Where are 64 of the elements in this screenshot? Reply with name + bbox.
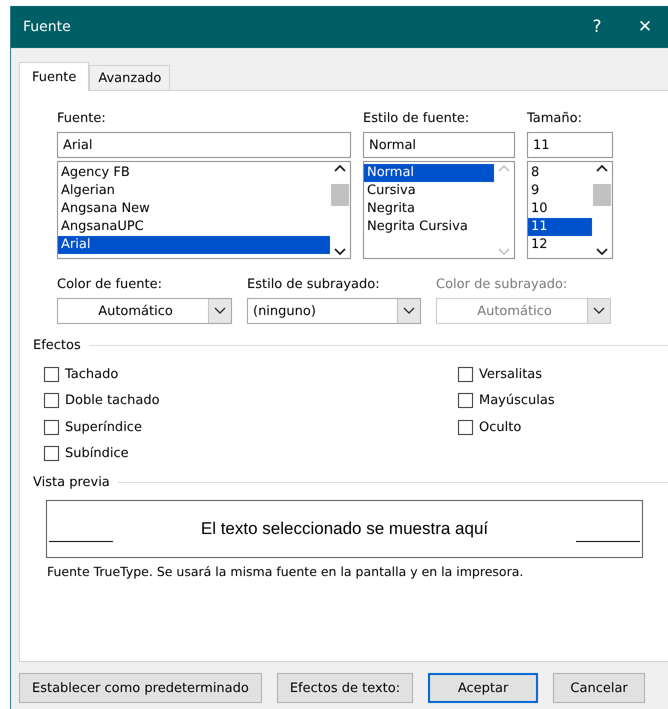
dialog-button[interactable]: Establecer como predeterminado (19, 673, 262, 703)
checkbox-label: Subíndice (65, 446, 129, 462)
dialog-button[interactable]: Aceptar (428, 673, 538, 703)
tab[interactable]: Fuente (19, 62, 90, 91)
preview-text: El texto seleccionado se muestra aquí (200, 519, 488, 539)
list-item[interactable]: Normal (364, 164, 494, 182)
checkbox-label: Mayúsculas (479, 393, 555, 408)
list-item[interactable]: Cursiva (364, 182, 494, 200)
scroll-thumb[interactable] (331, 184, 349, 206)
dropdown[interactable]: (ninguno) (247, 298, 421, 324)
close-button[interactable]: ✕ (621, 6, 668, 48)
section-title: Vista previa (33, 475, 110, 490)
dialog-button[interactable]: Efectos de texto: (276, 673, 414, 703)
dialog-button[interactable]: Cancelar (553, 673, 646, 703)
field-label: Estilo de fuente: (363, 111, 470, 126)
field-label: Color de fuente: (57, 277, 163, 292)
list-box[interactable]: Normal Cursiva Negrita Negrita Cursiva (363, 161, 515, 259)
scroll-up-icon[interactable] (334, 164, 346, 172)
list-item[interactable]: 10 (528, 200, 592, 218)
field-label: Fuente: (57, 111, 107, 126)
checkbox[interactable] (458, 393, 473, 408)
list-item[interactable]: Negrita Cursiva (364, 218, 494, 236)
checkbox-label: Superíndice (65, 420, 142, 435)
field-label: Estilo de subrayado: (247, 277, 381, 292)
list-item[interactable]: Agency FB (58, 164, 330, 182)
list-box[interactable]: 8 9 10 11 12 (527, 161, 613, 259)
list-item[interactable]: Arial (58, 236, 330, 254)
scroll-down-icon[interactable] (596, 248, 608, 256)
chevron-down-icon (593, 307, 605, 315)
list-item[interactable]: Angsana New (58, 200, 330, 218)
checkbox[interactable] (44, 446, 59, 462)
list-item[interactable]: 11 (528, 218, 592, 236)
checkbox[interactable] (458, 366, 473, 382)
chevron-down-icon (214, 307, 226, 315)
checkbox[interactable] (44, 420, 59, 435)
list-item[interactable]: AngsanaUPC (58, 218, 330, 236)
list-item[interactable]: 9 (528, 182, 592, 200)
list-item[interactable]: Negrita (364, 200, 494, 218)
scroll-up-icon[interactable] (596, 164, 608, 172)
section-title: Efectos (33, 338, 81, 353)
font-note: Fuente TrueType. Se usará la misma fuente en la pantalla y en la impresora. (46, 564, 524, 579)
list-item[interactable]: 12 (528, 236, 592, 254)
scroll-down-icon[interactable] (334, 248, 346, 256)
list-box[interactable]: Agency FB Algerian Angsana New AngsanaUPC Arial (57, 161, 351, 259)
checkbox-label: Tachado (65, 366, 118, 382)
chevron-down-icon (403, 307, 415, 315)
input-field[interactable]: Normal (363, 132, 515, 158)
help-button[interactable]: ? (573, 6, 621, 48)
list-item[interactable]: Algerian (58, 182, 330, 200)
checkbox[interactable] (44, 366, 59, 382)
input-field[interactable]: 11 (527, 132, 613, 158)
list-item[interactable]: 8 (528, 164, 592, 182)
checkbox[interactable] (44, 393, 59, 408)
input-field[interactable]: Arial (57, 132, 351, 158)
checkbox-label: Doble tachado (65, 393, 160, 408)
field-label: Color de subrayado: (436, 277, 568, 292)
tab[interactable]: Avanzado (89, 65, 170, 90)
checkbox-label: Oculto (479, 420, 522, 435)
scroll-thumb[interactable] (593, 184, 611, 206)
checkbox[interactable] (458, 420, 473, 435)
checkbox-label: Versalitas (479, 366, 542, 382)
window-title: Fuente (23, 19, 72, 35)
field-label: Tamaño: (527, 111, 583, 126)
dropdown[interactable]: Automático (57, 298, 232, 324)
